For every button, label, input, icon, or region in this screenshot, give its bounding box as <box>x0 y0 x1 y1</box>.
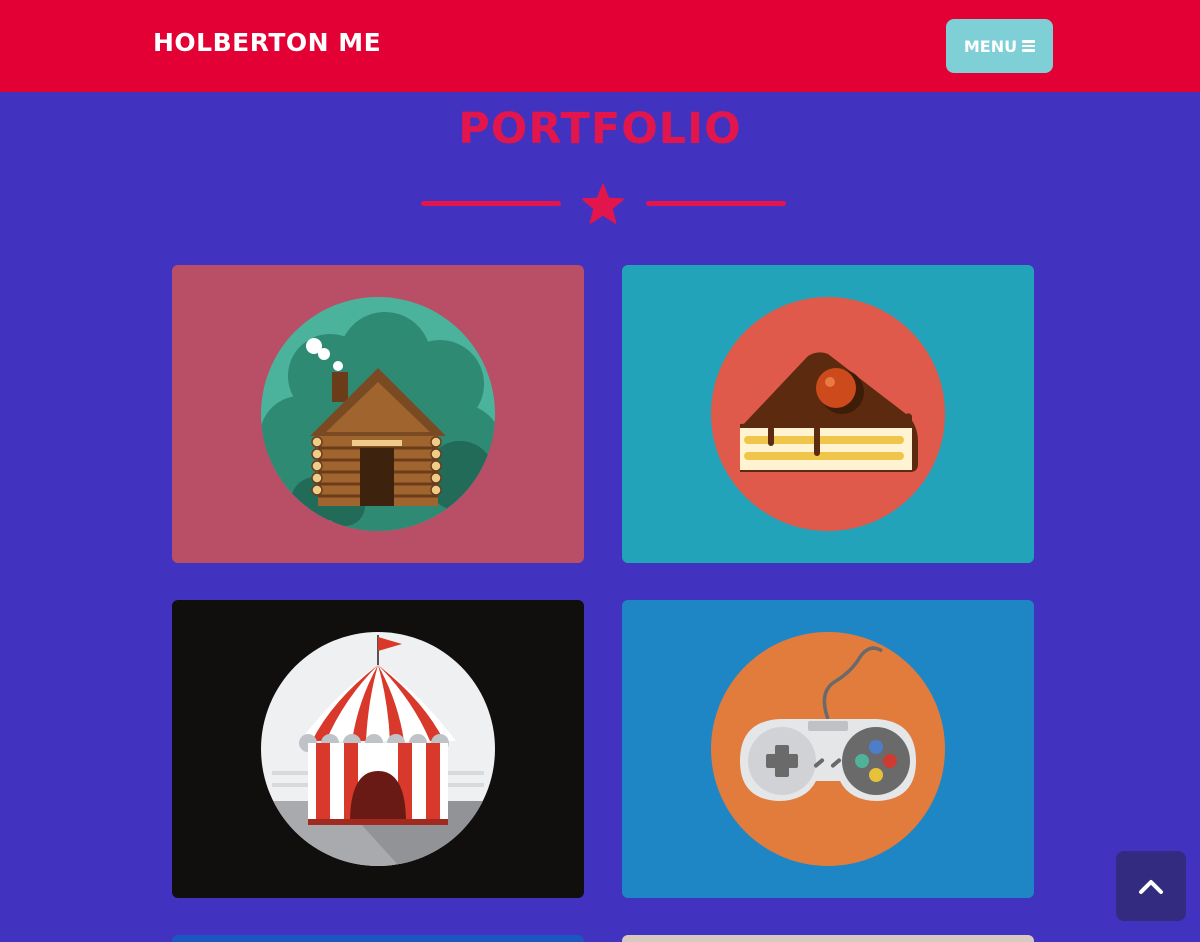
portfolio-item-5[interactable] <box>172 935 584 942</box>
portfolio-item-6[interactable] <box>622 935 1034 942</box>
divider-line-right <box>646 201 786 206</box>
circus-tent-illustration <box>261 632 495 866</box>
divider-line-left <box>421 201 561 206</box>
bars-icon <box>1022 40 1036 52</box>
game-controller-illustration <box>711 632 945 866</box>
cake-slice-illustration <box>711 297 945 531</box>
star-icon <box>582 184 624 224</box>
scroll-to-top-button[interactable] <box>1116 851 1186 921</box>
menu-button[interactable]: MENU <box>946 19 1053 73</box>
log-cabin-illustration <box>261 297 495 531</box>
title-divider <box>420 182 786 228</box>
portfolio-item-game[interactable] <box>622 600 1034 898</box>
brand-logo[interactable]: HOLBERTON ME <box>153 28 381 57</box>
portfolio-item-cake[interactable] <box>622 265 1034 563</box>
section-title: PORTFOLIO <box>458 104 742 154</box>
portfolio-item-cabin[interactable] <box>172 265 584 563</box>
portfolio-item-circus[interactable] <box>172 600 584 898</box>
chevron-up-icon <box>1139 880 1163 894</box>
navbar: HOLBERTON ME MENU <box>0 0 1200 92</box>
menu-label: MENU <box>963 36 1018 56</box>
